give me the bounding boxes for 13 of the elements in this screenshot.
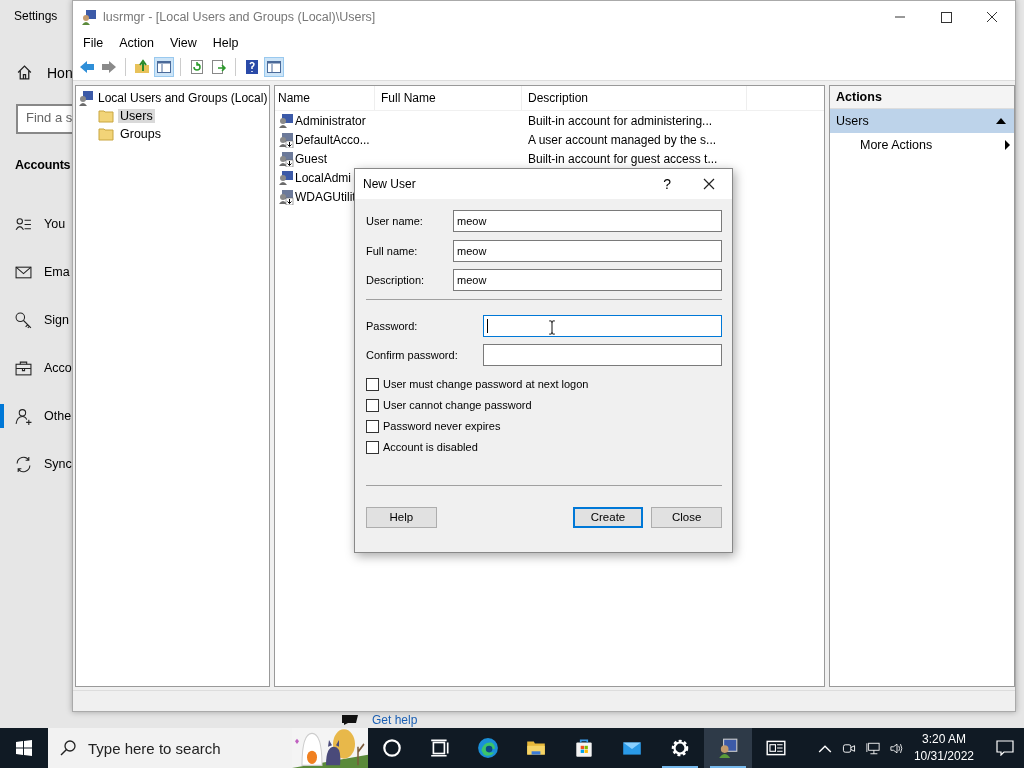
field-label: User name: (366, 215, 424, 227)
field-label: Full name: (366, 244, 419, 257)
section-heading: Accounts (15, 158, 71, 172)
field-label: Password: (366, 319, 419, 332)
window-title: lusrmgr - [Local Users and Groups (Local)\Users] (103, 9, 377, 24)
field-label: Confirm password: (366, 349, 459, 361)
description-cell-text: Built-in account for administering... (527, 113, 714, 128)
field-label: Description: (366, 274, 426, 286)
dialog-title: New User (363, 177, 417, 191)
description-cell-text: A user account managed by the s... (527, 132, 718, 147)
actions-heading: Actions (830, 86, 1014, 109)
window-title: Settings (14, 9, 58, 23)
description-cell-text: Built-in account for guest access t... (527, 151, 719, 166)
